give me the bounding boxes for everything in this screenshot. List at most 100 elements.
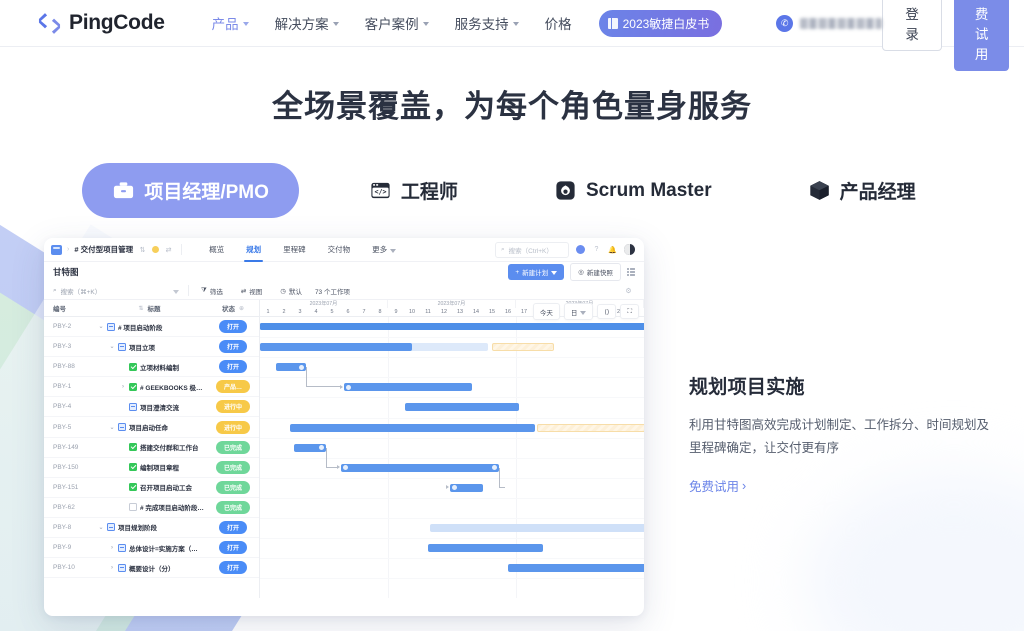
status-badge: 已完成 bbox=[215, 480, 250, 494]
whitepaper-badge[interactable]: 2023敏捷白皮书 bbox=[598, 9, 723, 37]
row-status-cell: 打开 bbox=[207, 320, 259, 334]
table-row[interactable]: PBY-9 › 总体设计=实施方案（… 打开 bbox=[44, 538, 259, 559]
table-row[interactable]: PBY-3 ⌄ 项目立项 打开 bbox=[44, 337, 259, 358]
view-button[interactable]: ⇄ 视图 bbox=[232, 286, 271, 296]
free-trial-button[interactable]: 免费试用 bbox=[953, 0, 1010, 71]
nav-item-products[interactable]: 产品 bbox=[199, 0, 262, 46]
scale-select[interactable]: 日 bbox=[563, 303, 594, 320]
filter-bar: ⌕ 搜索（⌘+K） ⧩ 筛选 ⇄ 视图 ◷ 默认 73 个工作项 ⚙ bbox=[44, 282, 644, 300]
avatar[interactable] bbox=[624, 244, 635, 255]
table-row[interactable]: PBY-62 # 完成项目启动阶段… 已完成 bbox=[44, 498, 259, 518]
app-tab-milestones[interactable]: 里程碑 bbox=[272, 238, 317, 262]
bell-icon[interactable]: 🔔 bbox=[608, 245, 617, 254]
app-search-input[interactable]: ⌕ 搜索（Ctrl+K） bbox=[495, 241, 569, 258]
tab-project-manager-pmo[interactable]: 项目经理/PMO bbox=[82, 163, 299, 218]
row-status-cell: 已完成 bbox=[207, 480, 259, 494]
feature-trial-link[interactable]: 免费试用 › bbox=[689, 476, 746, 495]
table-row[interactable]: PBY-4 项目澄清交流 进行中 bbox=[44, 397, 259, 418]
new-plan-label: 新建计划 bbox=[522, 270, 549, 277]
nav-item-customer-cases[interactable]: 客户案例 bbox=[352, 0, 442, 46]
brand-logo[interactable]: PingCode bbox=[38, 11, 165, 35]
task-green-icon bbox=[129, 483, 137, 492]
timeline-day-label: 3 bbox=[298, 309, 302, 315]
table-row[interactable]: PBY-10 › 概要设计（分） 打开 bbox=[44, 558, 259, 579]
help-icon[interactable]: ? bbox=[592, 245, 601, 254]
nav-items: 产品 解决方案 客户案例 服务支持 价格 bbox=[199, 0, 585, 46]
nav-item-pricing[interactable]: 价格 bbox=[532, 0, 585, 46]
default-view-button[interactable]: ◷ 默认 bbox=[271, 286, 311, 296]
gantt-table-header: 编号 ⇅ 标题 状态 ⊕ bbox=[44, 300, 259, 317]
expand-toggle-icon[interactable]: › bbox=[109, 545, 115, 551]
list-layout-icon[interactable] bbox=[626, 268, 635, 276]
tab-label: Scrum Master bbox=[585, 179, 712, 201]
row-title: 召开项目启动工会 bbox=[92, 482, 207, 492]
swap-vertical-icon[interactable]: ⇅ bbox=[138, 245, 147, 254]
expand-toggle-icon[interactable]: ⌄ bbox=[98, 524, 104, 531]
table-row[interactable]: PBY-151 召开项目启动工会 已完成 bbox=[44, 478, 259, 498]
add-icon[interactable] bbox=[576, 245, 585, 254]
gantt-bar[interactable] bbox=[428, 544, 543, 553]
search-icon: ⌕ bbox=[501, 245, 505, 253]
table-row[interactable]: PBY-150 编制项目章程 已完成 bbox=[44, 458, 259, 478]
fullscreen-button[interactable]: ⛶ bbox=[620, 304, 639, 319]
gantt-bar[interactable] bbox=[276, 363, 306, 372]
gantt-bar-handle[interactable] bbox=[299, 364, 304, 370]
gantt-bar[interactable] bbox=[341, 463, 499, 472]
new-plan-button[interactable]: + 新建计划 bbox=[508, 264, 565, 280]
gantt-bar[interactable] bbox=[260, 323, 644, 330]
sort-icon[interactable]: ⇅ bbox=[138, 305, 143, 312]
expand-toggle-icon[interactable]: ⌄ bbox=[98, 323, 104, 330]
app-tab-deliverables[interactable]: 交付物 bbox=[317, 238, 362, 262]
settings-icon[interactable]: ⚙ bbox=[624, 286, 633, 295]
gantt-bar[interactable] bbox=[260, 343, 412, 352]
gantt-bar-handle[interactable] bbox=[319, 445, 324, 451]
add-column-icon[interactable]: ⊕ bbox=[239, 305, 244, 312]
timeline-day-label: 12 bbox=[441, 309, 447, 315]
table-row[interactable]: PBY-149 搭建交付群和工作台 已完成 bbox=[44, 438, 259, 458]
fit-width-button[interactable]: ⟨⟩ bbox=[597, 304, 617, 319]
expand-toggle-icon[interactable]: › bbox=[109, 565, 115, 571]
gantt-bar[interactable] bbox=[344, 383, 472, 392]
app-tab-planning[interactable]: 规划 bbox=[235, 238, 272, 262]
nav-item-support[interactable]: 服务支持 bbox=[442, 0, 532, 46]
gantt-bar[interactable] bbox=[290, 423, 535, 432]
chevron-down-icon[interactable] bbox=[173, 289, 179, 294]
expand-toggle-icon[interactable]: › bbox=[120, 384, 126, 390]
tab-scrum-master[interactable]: Scrum Master bbox=[528, 165, 738, 216]
nav-item-solutions[interactable]: 解决方案 bbox=[262, 0, 352, 46]
gantt-bar[interactable] bbox=[405, 403, 519, 412]
today-button[interactable]: 今天 bbox=[532, 303, 560, 320]
gantt-bar[interactable] bbox=[450, 483, 483, 492]
star-icon[interactable] bbox=[152, 246, 160, 253]
gantt-bar-handle[interactable] bbox=[343, 465, 348, 471]
app-tab-overview[interactable]: 概览 bbox=[198, 238, 235, 262]
filter-search-input[interactable]: ⌕ 搜索（⌘+K） bbox=[53, 286, 173, 296]
sliders-icon[interactable]: ⇄ bbox=[164, 245, 173, 254]
dependency-arrow-icon bbox=[446, 485, 449, 490]
table-row[interactable]: PBY-2 ⌄ # 项目启动阶段 打开 bbox=[44, 317, 259, 338]
expand-toggle-icon[interactable]: ⌄ bbox=[109, 424, 115, 431]
epic-blue-icon bbox=[107, 322, 115, 331]
table-row[interactable]: PBY-1 › # GEEKBOOKS 极… 产品… bbox=[44, 377, 259, 398]
gantt-bar-handle[interactable] bbox=[346, 384, 351, 390]
status-badge: 打开 bbox=[218, 541, 247, 555]
filter-button[interactable]: ⧩ 筛选 bbox=[192, 286, 232, 296]
gantt-bar-handle[interactable] bbox=[492, 465, 497, 471]
expand-toggle-icon[interactable]: ⌄ bbox=[109, 343, 115, 350]
table-row[interactable]: PBY-5 ⌄ 项目启动任命 进行中 bbox=[44, 417, 259, 438]
search-icon: ⌕ bbox=[53, 286, 57, 294]
table-row[interactable]: PBY-88 立项材料编制 打开 bbox=[44, 357, 259, 378]
gantt-bar[interactable] bbox=[430, 524, 644, 532]
gantt-bar[interactable] bbox=[294, 443, 326, 452]
tab-engineer[interactable]: </> 工程师 bbox=[343, 163, 484, 218]
row-title: 立项材料编制 bbox=[92, 362, 207, 372]
app-tab-more[interactable]: 更多 bbox=[361, 238, 407, 262]
phone-contact[interactable]: ✆ bbox=[776, 14, 883, 32]
new-snapshot-button[interactable]: ◎ 新建快照 bbox=[570, 263, 621, 281]
tab-product-manager[interactable]: 产品经理 bbox=[782, 163, 942, 218]
gantt-bar[interactable] bbox=[508, 564, 644, 573]
login-button[interactable]: 登录 bbox=[882, 0, 942, 51]
row-title-text: 项目规划阶段 bbox=[118, 525, 157, 533]
table-row[interactable]: PBY-8 ⌄ 项目规划阶段 打开 bbox=[44, 518, 259, 539]
gantt-bar-handle[interactable] bbox=[452, 485, 457, 491]
